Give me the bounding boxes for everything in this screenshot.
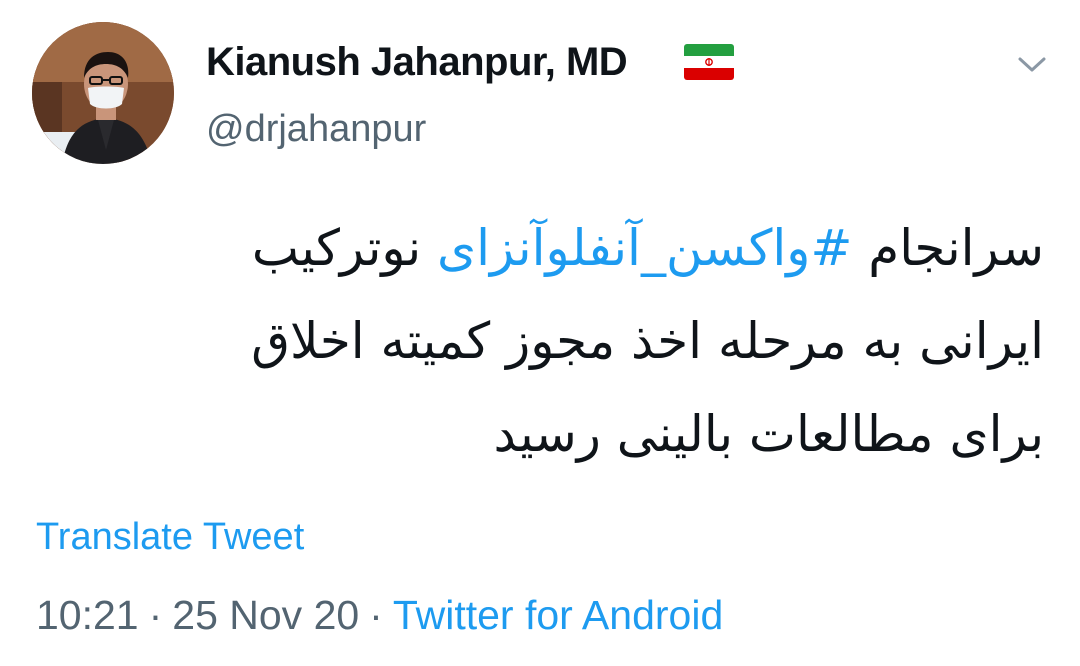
iran-flag-icon [684,44,734,80]
tweet-time[interactable]: 10:21 [36,592,139,638]
tweet-date[interactable]: 25 Nov 20 [172,592,359,638]
user-handle[interactable]: @drjahanpur [206,108,426,151]
meta-separator: · [369,592,383,638]
avatar[interactable] [32,22,174,164]
display-name[interactable]: Kianush Jahanpur, MD [206,40,628,85]
tweet-line-3: برای مطالعات بالینی رسید [493,405,1044,463]
tweet-card: Kianush Jahanpur, MD @drjahanpur سرانجام… [0,0,1080,666]
tweet-line-2: ایرانی به مرحله اخذ مجوز کمیته اخلاق [251,312,1044,370]
tweet-text-segment: نوترکیب [251,219,438,277]
tweet-line-1: سرانجام #واکسن_آنفلوآنزای نوترکیب [84,202,1044,295]
tweet-text: سرانجام #واکسن_آنفلوآنزای نوترکیب ایرانی… [84,202,1044,481]
hashtag-link[interactable]: #واکسن_آنفلوآنزای [437,219,852,277]
tweet-meta: 10:21 · 25 Nov 20 · Twitter for Android [36,592,723,639]
translate-tweet-link[interactable]: Translate Tweet [36,516,304,559]
tweet-text-segment: سرانجام [852,219,1044,277]
meta-separator: · [148,592,163,638]
tweet-source-link[interactable]: Twitter for Android [393,592,723,638]
avatar-photo [32,22,174,164]
chevron-down-icon[interactable] [1014,50,1050,78]
